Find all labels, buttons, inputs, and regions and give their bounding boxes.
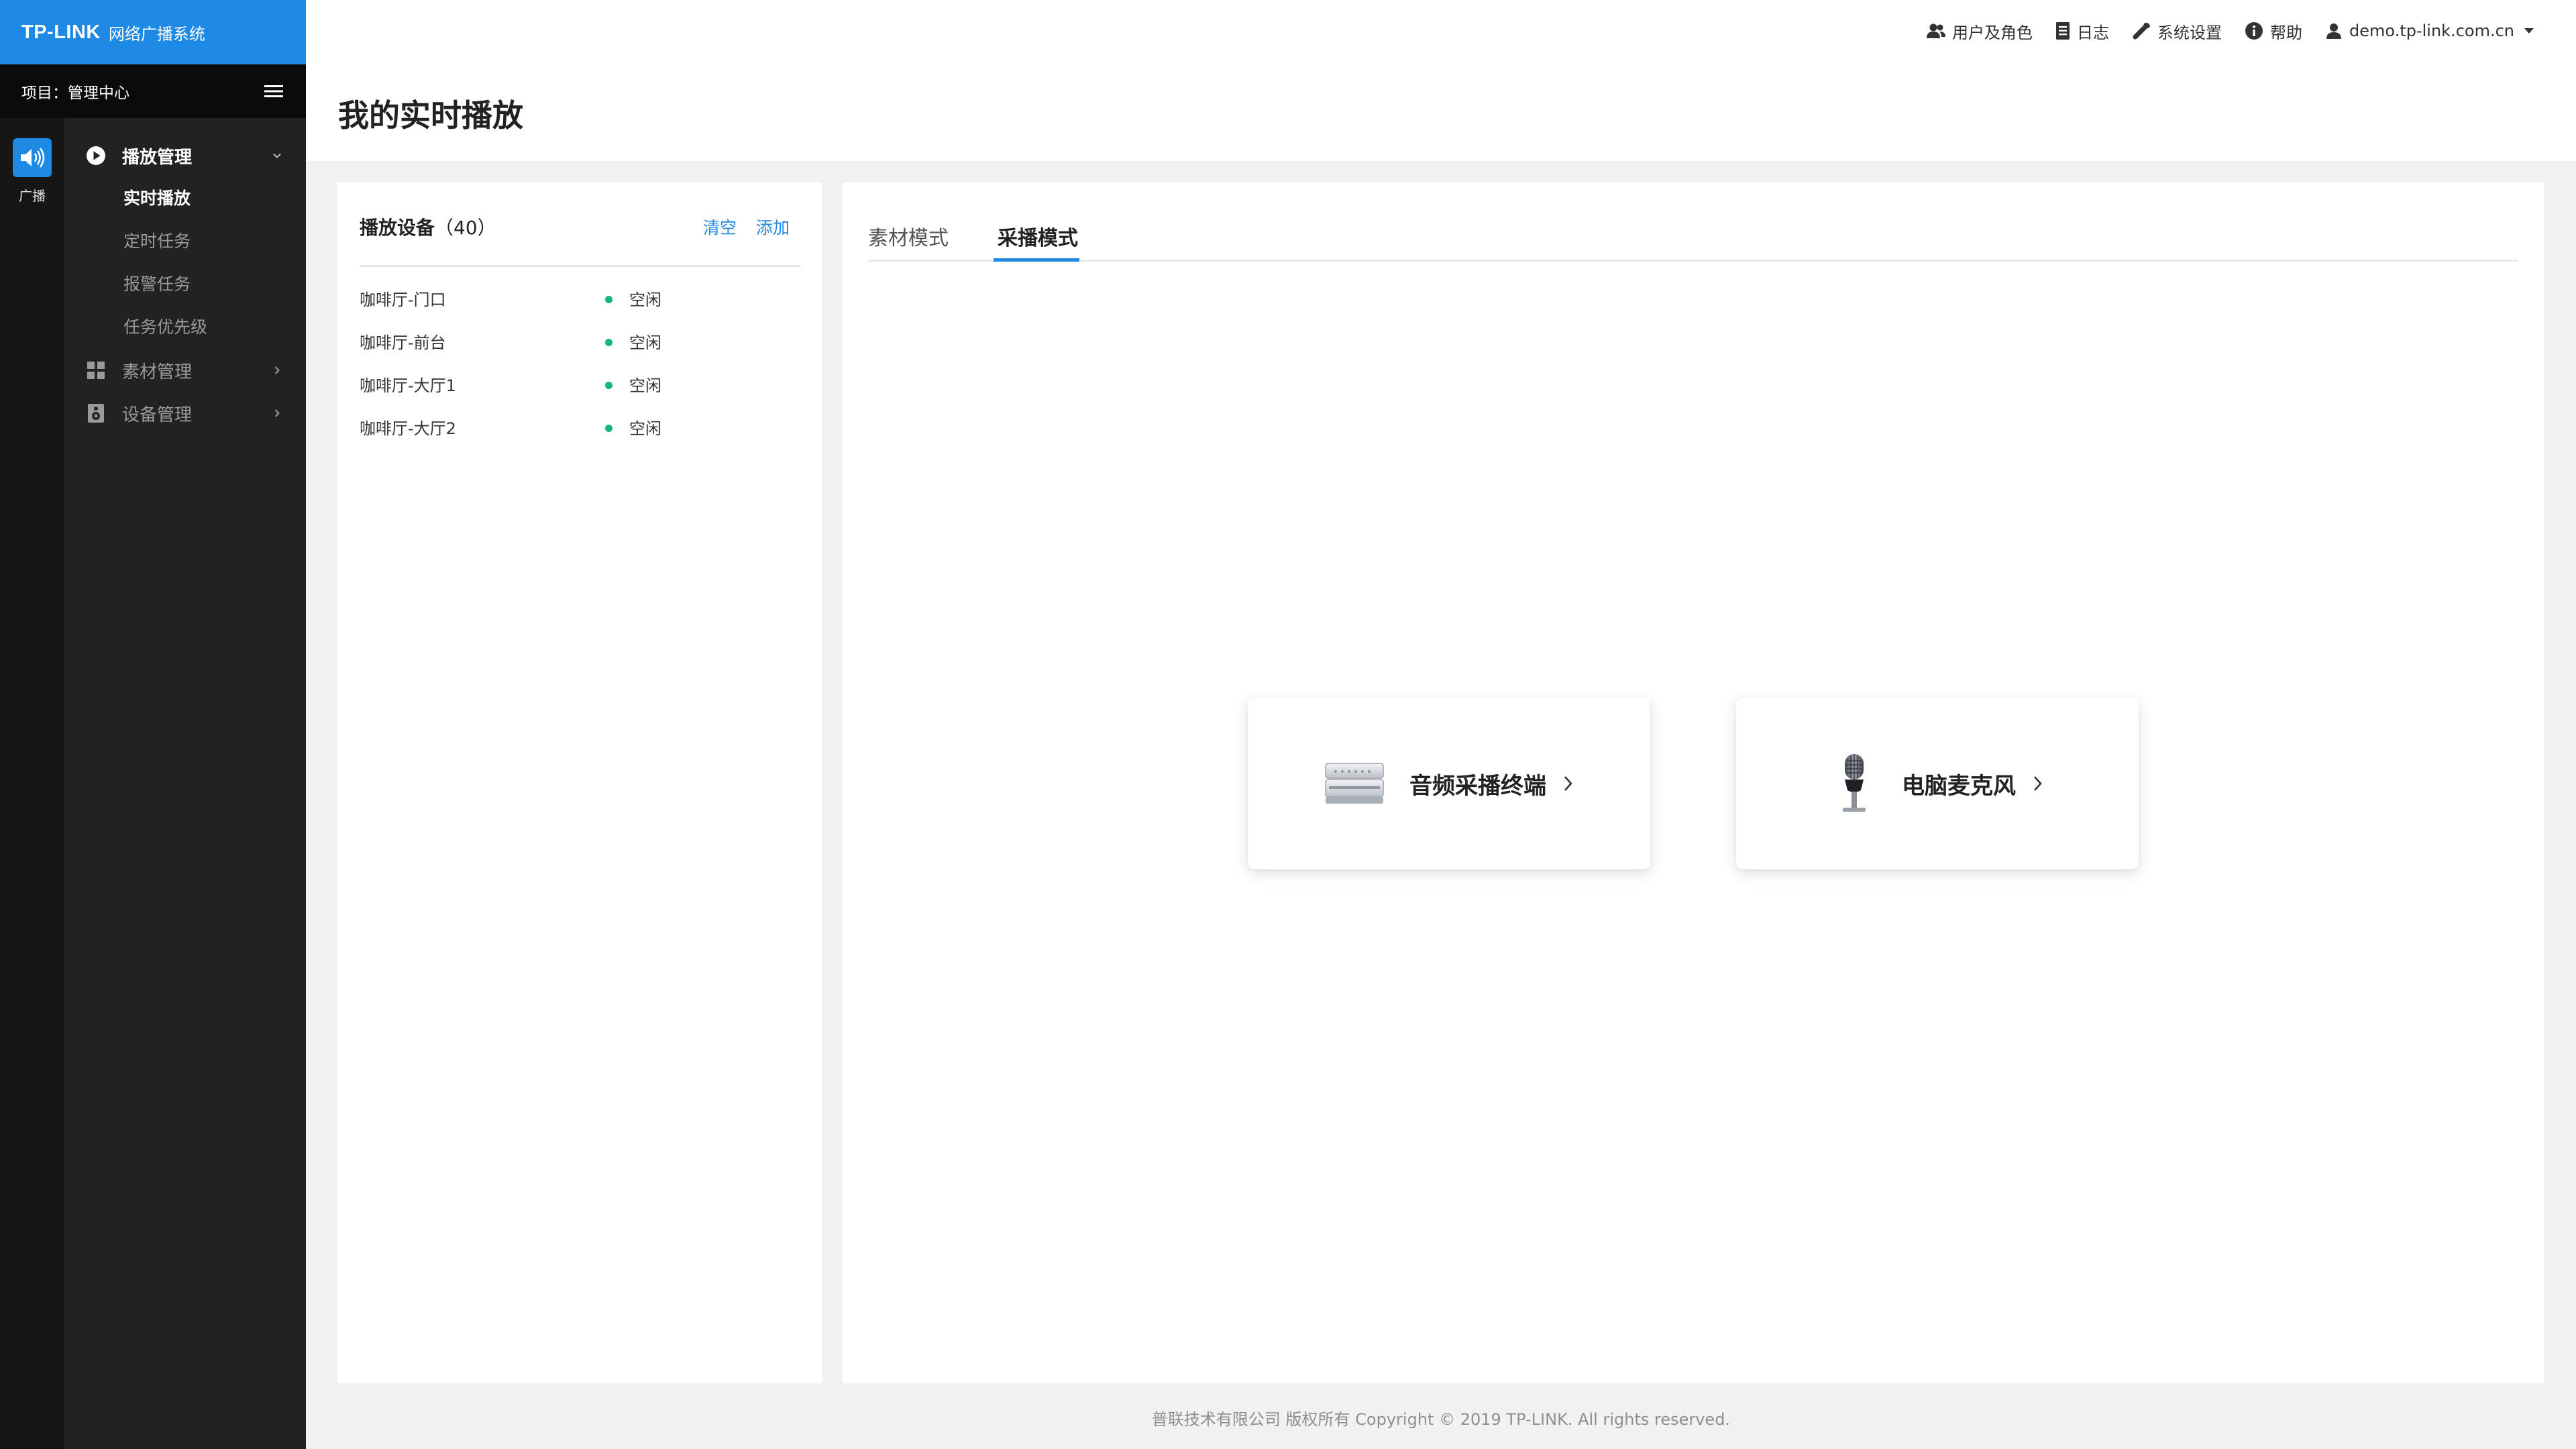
device-speaker-icon xyxy=(86,403,106,423)
nav-group-material[interactable]: 素材管理 xyxy=(64,350,306,390)
nav-group-label: 素材管理 xyxy=(122,362,193,382)
device-panel-title-text: 播放设备 xyxy=(360,217,435,239)
status-dot xyxy=(605,296,612,303)
brand-logo: TP-LINK xyxy=(21,21,101,43)
microphone-icon xyxy=(1831,750,1878,817)
device-row[interactable]: 咖啡厅-大厅2 空闲 xyxy=(360,405,801,448)
device-name: 咖啡厅-大厅2 xyxy=(360,419,456,438)
wrench-icon xyxy=(2133,22,2151,40)
log-label: 日志 xyxy=(2077,23,2110,42)
device-status: 空闲 xyxy=(629,419,661,438)
card-label: 电脑麦克风 xyxy=(1902,772,2016,800)
sidebar-item-priority[interactable]: 任务优先级 xyxy=(123,309,207,343)
users-roles-label: 用户及角色 xyxy=(1952,23,2033,42)
settings-link[interactable]: 系统设置 xyxy=(2132,19,2222,43)
chevron-right-icon xyxy=(271,407,283,419)
status-dot xyxy=(605,425,612,432)
brand-header: TP-LINK 网络广播系统 xyxy=(0,0,306,64)
device-status: 空闲 xyxy=(629,333,661,352)
active-tab-indicator xyxy=(994,258,1079,262)
sidebar-item-realtime[interactable]: 实时播放 xyxy=(123,180,191,215)
add-button[interactable]: 添加 xyxy=(756,215,790,239)
tab-capture-mode[interactable]: 采播模式 xyxy=(998,221,1078,251)
nav-group-label: 播放管理 xyxy=(122,147,193,168)
info-icon xyxy=(2245,22,2263,40)
rail-item-broadcast[interactable]: 广播 xyxy=(13,138,52,205)
app-title: 网络广播系统 xyxy=(108,24,205,44)
project-label: 项目：管理中心 xyxy=(21,85,129,102)
project-bar: 项目：管理中心 xyxy=(0,64,306,118)
speaker-icon xyxy=(13,138,52,177)
device-count: （40） xyxy=(435,217,496,239)
document-icon xyxy=(2056,22,2070,40)
device-row[interactable]: 咖啡厅-前台 空闲 xyxy=(360,319,801,362)
nav-group-device[interactable]: 设备管理 xyxy=(64,393,306,433)
device-row[interactable]: 咖啡厅-大厅1 空闲 xyxy=(360,362,801,405)
clear-button[interactable]: 清空 xyxy=(703,215,737,239)
top-header: 用户及角色 日志 系统设置 帮助 demo.tp-link.com.cn 我的实… xyxy=(306,0,2576,161)
device-panel-title: 播放设备（40） xyxy=(360,213,496,240)
menu-icon[interactable] xyxy=(264,84,283,99)
nav-group-label: 设备管理 xyxy=(122,405,193,425)
play-circle-icon xyxy=(86,146,106,166)
device-name: 咖啡厅-大厅1 xyxy=(360,376,456,395)
device-name: 咖啡厅-门口 xyxy=(360,290,446,309)
module-rail: 广播 xyxy=(0,118,64,1449)
chevron-right-icon xyxy=(1564,776,1572,791)
device-status: 空闲 xyxy=(629,290,661,309)
device-row[interactable]: 咖啡厅-门口 空闲 xyxy=(360,276,801,319)
help-label: 帮助 xyxy=(2270,23,2303,42)
chevron-right-icon xyxy=(271,364,283,376)
status-dot xyxy=(605,382,612,389)
divider xyxy=(360,265,801,267)
log-link[interactable]: 日志 xyxy=(2055,19,2109,43)
users-icon xyxy=(1927,23,1946,38)
audio-terminal-icon xyxy=(1324,759,1385,808)
audio-terminal-card[interactable]: 音频采播终端 xyxy=(1248,698,1650,869)
device-name: 咖啡厅-前台 xyxy=(360,333,446,352)
chevron-down-icon xyxy=(271,150,283,162)
card-label: 音频采播终端 xyxy=(1409,772,1546,800)
grid-icon xyxy=(86,360,106,380)
account-menu[interactable]: demo.tp-link.com.cn xyxy=(2325,21,2541,40)
mode-tabs: 素材模式 采播模式 xyxy=(868,208,2518,262)
device-status: 空闲 xyxy=(629,376,661,395)
user-icon xyxy=(2326,23,2342,39)
sidebar-item-alarm[interactable]: 报警任务 xyxy=(123,266,191,301)
page-title: 我的实时播放 xyxy=(338,97,523,133)
nav-group-playback[interactable]: 播放管理 xyxy=(64,136,306,176)
sidebar-item-scheduled[interactable]: 定时任务 xyxy=(123,223,191,258)
users-roles-link[interactable]: 用户及角色 xyxy=(1927,19,2033,43)
chevron-right-icon xyxy=(2034,776,2042,791)
footer-copyright: 普联技术有限公司 版权所有 Copyright © 2019 TP-LINK. … xyxy=(1151,1410,1731,1429)
sidebar-nav: 播放管理 实时播放 定时任务 报警任务 任务优先级 素材管理 设备管理 xyxy=(64,118,306,1449)
mode-panel: 素材模式 采播模式 音频采播终端 电脑麦克风 xyxy=(843,182,2544,1383)
help-link[interactable]: 帮助 xyxy=(2245,19,2302,43)
tab-material-mode[interactable]: 素材模式 xyxy=(868,221,949,251)
top-actions: 用户及角色 日志 系统设置 帮助 demo.tp-link.com.cn xyxy=(1904,15,2541,47)
rail-label: 广播 xyxy=(19,188,46,204)
settings-label: 系统设置 xyxy=(2157,23,2222,42)
pc-microphone-card[interactable]: 电脑麦克风 xyxy=(1736,698,2139,869)
account-label: demo.tp-link.com.cn xyxy=(2349,21,2514,40)
caret-down-icon xyxy=(2524,28,2534,34)
status-dot xyxy=(605,339,612,346)
device-panel: 播放设备（40） 清空 添加 咖啡厅-门口 空闲 咖啡厅-前台 空闲 咖啡厅-大… xyxy=(337,182,822,1383)
